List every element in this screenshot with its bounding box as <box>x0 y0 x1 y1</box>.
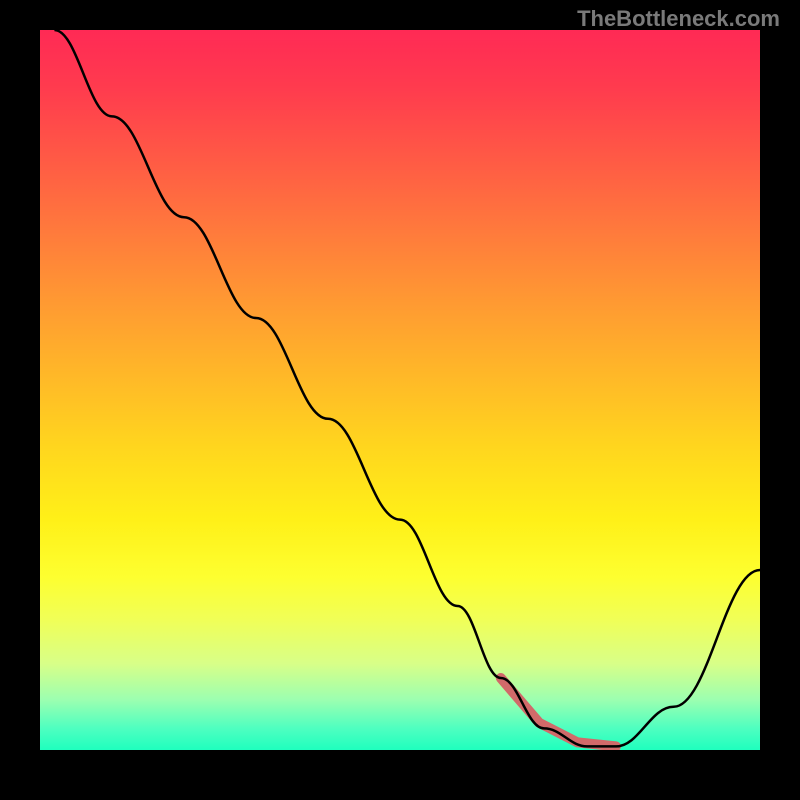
bottleneck-chart <box>40 30 760 750</box>
main-curve <box>54 30 760 746</box>
highlight-segment <box>501 678 616 746</box>
watermark-text: TheBottleneck.com <box>577 6 780 32</box>
chart-plot-area <box>40 30 760 750</box>
